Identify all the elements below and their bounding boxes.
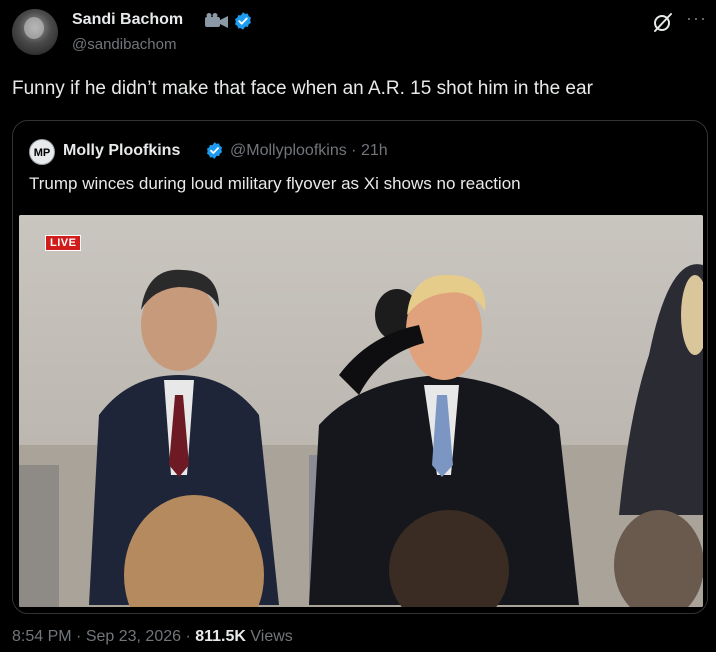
- more-icon[interactable]: ···: [686, 8, 707, 29]
- quoted-tweet-text: Trump winces during loud military flyove…: [29, 174, 521, 193]
- quoted-author-avatar[interactable]: MP: [29, 139, 55, 165]
- footer-separator: ·: [71, 628, 86, 645]
- verified-icon[interactable]: [233, 11, 253, 31]
- quoted-author-handle-time[interactable]: @Mollyploofkins · 21h: [230, 142, 388, 160]
- author-avatar[interactable]: [12, 9, 58, 55]
- quoted-verified-icon[interactable]: [205, 141, 224, 160]
- video-scene-illustration: [19, 215, 703, 607]
- footer-separator-2: ·: [181, 628, 196, 645]
- views-label: Views: [250, 628, 293, 645]
- tweet-text: Funny if he didn’t make that face when a…: [12, 78, 593, 99]
- video-thumbnail[interactable]: LIVE: [19, 215, 703, 607]
- quoted-tweet-card[interactable]: MP Molly Ploofkins @Mollyploofkins · 21h…: [12, 120, 708, 614]
- grok-icon[interactable]: [652, 11, 674, 33]
- camera-icon: [205, 13, 228, 28]
- tweet-date[interactable]: Sep 23, 2026: [86, 628, 181, 645]
- tweet-time[interactable]: 8:54 PM: [12, 628, 72, 645]
- live-badge: LIVE: [45, 235, 82, 251]
- views-count[interactable]: 811.5K: [195, 628, 246, 645]
- author-handle[interactable]: @sandibachom: [72, 36, 176, 53]
- tweet-footer: 8:54 PM · Sep 23, 2026 · 811.5K Views: [12, 628, 293, 646]
- author-name[interactable]: Sandi Bachom: [72, 11, 183, 29]
- quoted-author-name[interactable]: Molly Ploofkins: [63, 142, 180, 160]
